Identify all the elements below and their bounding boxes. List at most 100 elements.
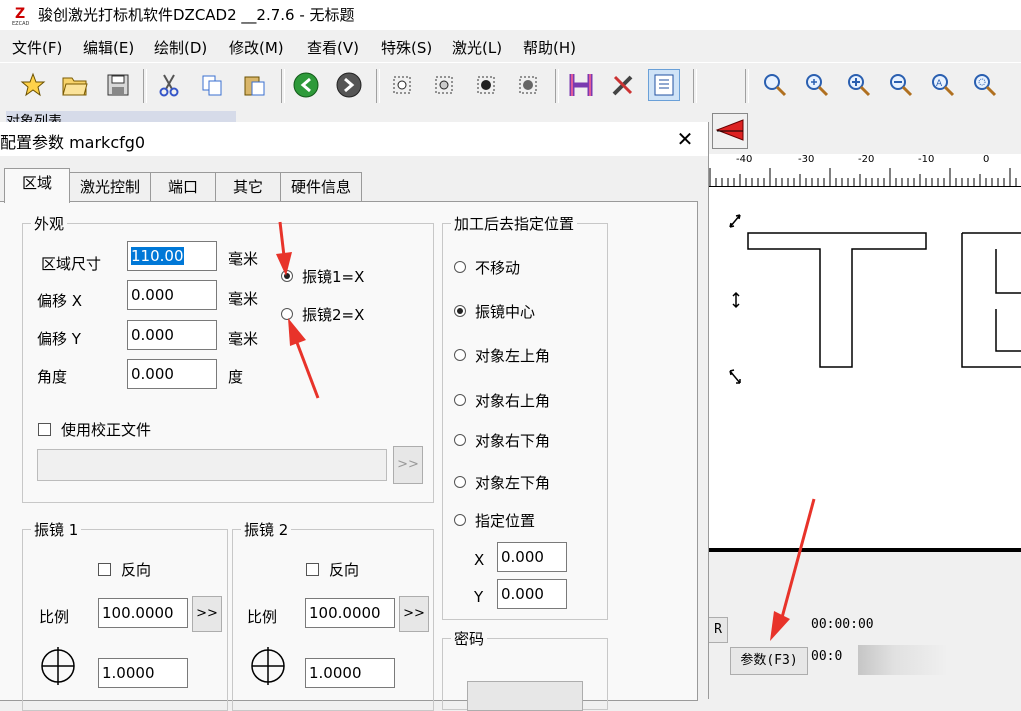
toolbar-separator <box>281 69 285 103</box>
app-title: 骏创激光打标机软件DZCAD2 __2.7.6 - 无标题 <box>38 6 355 24</box>
node-select-icon[interactable] <box>386 69 418 101</box>
config-dialog: 配置参数 markcfg0 ✕ 区域 激光控制 端口 其它 硬件信息 外观 区域… <box>0 122 709 711</box>
close-icon[interactable]: ✕ <box>670 126 700 152</box>
redo-arrow-icon[interactable] <box>333 69 365 101</box>
password-button[interactable] <box>467 681 583 711</box>
menu-view[interactable]: 查看(V) <box>307 37 359 58</box>
params-button[interactable]: 参数(F3) <box>730 647 808 675</box>
galvo1-scale-label: 比例 <box>39 608 70 626</box>
target-x-input[interactable]: 0.000 <box>497 542 567 572</box>
main-toolbar: A <box>0 62 1021 110</box>
galvo2-scale-button[interactable]: >> <box>399 596 429 632</box>
menu-file[interactable]: 文件(F) <box>12 37 62 58</box>
opt-top-right-radio[interactable] <box>454 394 466 406</box>
zoom-out-icon[interactable] <box>885 69 917 101</box>
parameter-list-icon[interactable] <box>648 69 680 101</box>
zoom-window-icon[interactable] <box>801 69 833 101</box>
opt-no-move-label: 不移动 <box>475 259 521 277</box>
node-edit-icon[interactable] <box>428 69 460 101</box>
tab-hardware-info[interactable]: 硬件信息 <box>280 172 362 201</box>
red-arrow-annotation <box>760 495 820 649</box>
toolbar-separator <box>693 69 697 103</box>
toolbar-separator <box>745 69 749 103</box>
galvo1-legend: 振镜 1 <box>31 519 82 540</box>
opt-bottom-right-radio[interactable] <box>454 434 466 446</box>
svg-text:Z: Z <box>15 6 25 22</box>
galvo2-legend: 振镜 2 <box>241 519 292 540</box>
galvo2-reverse-label: 反向 <box>329 561 360 579</box>
use-correction-checkbox[interactable] <box>38 423 51 436</box>
node-group-icon[interactable] <box>512 69 544 101</box>
zoom-in-icon[interactable] <box>843 69 875 101</box>
galvo2-reverse-checkbox[interactable] <box>306 563 319 576</box>
toolbar-separator <box>555 69 559 103</box>
status-area: R 00:00:00 参数(F3) 00:0 <box>708 585 1021 699</box>
galvo2-scale-input[interactable]: 100.0000 <box>305 598 395 628</box>
copy-icon[interactable] <box>196 69 228 101</box>
correction-file-input[interactable] <box>37 449 387 481</box>
drawing-canvas[interactable] <box>708 187 1021 548</box>
angle-label: 角度 <box>37 368 68 386</box>
area-size-input[interactable]: 110.00 <box>127 241 217 271</box>
red-arrow-annotation <box>268 218 298 282</box>
node-fill-icon[interactable] <box>470 69 502 101</box>
galvo1-extra-input[interactable]: 1.0000 <box>98 658 188 688</box>
menu-modify[interactable]: 修改(M) <box>229 37 284 58</box>
angle-unit: 度 <box>228 368 244 386</box>
offset-y-input[interactable]: 0.000 <box>127 320 217 350</box>
zoom-icon[interactable] <box>759 69 791 101</box>
use-correction-label: 使用校正文件 <box>61 421 152 439</box>
hatch-h-icon[interactable] <box>565 69 597 101</box>
cut-icon[interactable] <box>153 69 185 101</box>
target-y-label: Y <box>474 588 484 606</box>
angle-input[interactable]: 0.000 <box>127 359 217 389</box>
save-icon[interactable] <box>102 69 134 101</box>
open-folder-icon[interactable] <box>59 69 91 101</box>
correction-browse-button[interactable]: >> <box>393 446 423 484</box>
opt-no-move-radio[interactable] <box>454 261 466 273</box>
galvo2-extra-input[interactable]: 1.0000 <box>305 658 395 688</box>
menu-laser[interactable]: 激光(L) <box>452 37 502 58</box>
galvo1-x-label: 振镜1=X <box>302 268 365 286</box>
new-file-icon[interactable] <box>17 69 49 101</box>
ruler-label: -30 <box>798 154 815 165</box>
opt-top-left-radio[interactable] <box>454 349 466 361</box>
menu-draw[interactable]: 绘制(D) <box>154 37 207 58</box>
after-process-legend: 加工后去指定位置 <box>451 213 578 234</box>
offset-x-label: 偏移 X <box>37 292 83 310</box>
appearance-group: 外观 区域尺寸 110.00 毫米 偏移 X 0.000 毫米 偏移 Y 0.0… <box>22 213 434 503</box>
offset-y-label: 偏移 Y <box>37 330 81 348</box>
horizontal-ruler: -40 -30 -20 -10 0 <box>708 154 1021 187</box>
menu-edit[interactable]: 编辑(E) <box>83 37 134 58</box>
menu-help[interactable]: 帮助(H) <box>523 37 576 58</box>
zoom-all-icon[interactable]: A <box>927 69 959 101</box>
opt-specified-radio[interactable] <box>454 514 466 526</box>
opt-galvo-center-radio[interactable] <box>454 305 466 317</box>
galvo1-reverse-checkbox[interactable] <box>98 563 111 576</box>
password-legend: 密码 <box>451 628 488 649</box>
zoom-selected-icon[interactable] <box>969 69 1001 101</box>
galvo1-reverse-label: 反向 <box>121 561 152 579</box>
offset-x-input[interactable]: 0.000 <box>127 280 217 310</box>
opt-bottom-left-radio[interactable] <box>454 476 466 488</box>
galvo1-scale-button[interactable]: >> <box>192 596 222 632</box>
menu-special[interactable]: 特殊(S) <box>381 37 432 58</box>
opt-top-right-label: 对象右上角 <box>475 392 551 410</box>
tools-wrench-icon[interactable] <box>607 69 639 101</box>
area-size-unit: 毫米 <box>228 250 259 268</box>
phase-icon <box>39 647 77 689</box>
red-triangle-icon[interactable] <box>712 113 748 149</box>
tab-port[interactable]: 端口 <box>150 172 216 201</box>
canvas-border <box>708 548 1021 552</box>
galvo1-scale-input[interactable]: 100.0000 <box>98 598 188 628</box>
opt-bottom-left-label: 对象左下角 <box>475 474 551 492</box>
tab-laser-control[interactable]: 激光控制 <box>69 172 151 201</box>
tab-other[interactable]: 其它 <box>215 172 281 201</box>
paste-icon[interactable] <box>238 69 270 101</box>
r-button[interactable]: R <box>708 617 728 643</box>
tab-area[interactable]: 区域 <box>4 168 70 203</box>
undo-arrow-icon[interactable] <box>290 69 322 101</box>
opt-galvo-center-label: 振镜中心 <box>475 303 536 321</box>
galvo2-scale-label: 比例 <box>247 608 278 626</box>
target-y-input[interactable]: 0.000 <box>497 579 567 609</box>
